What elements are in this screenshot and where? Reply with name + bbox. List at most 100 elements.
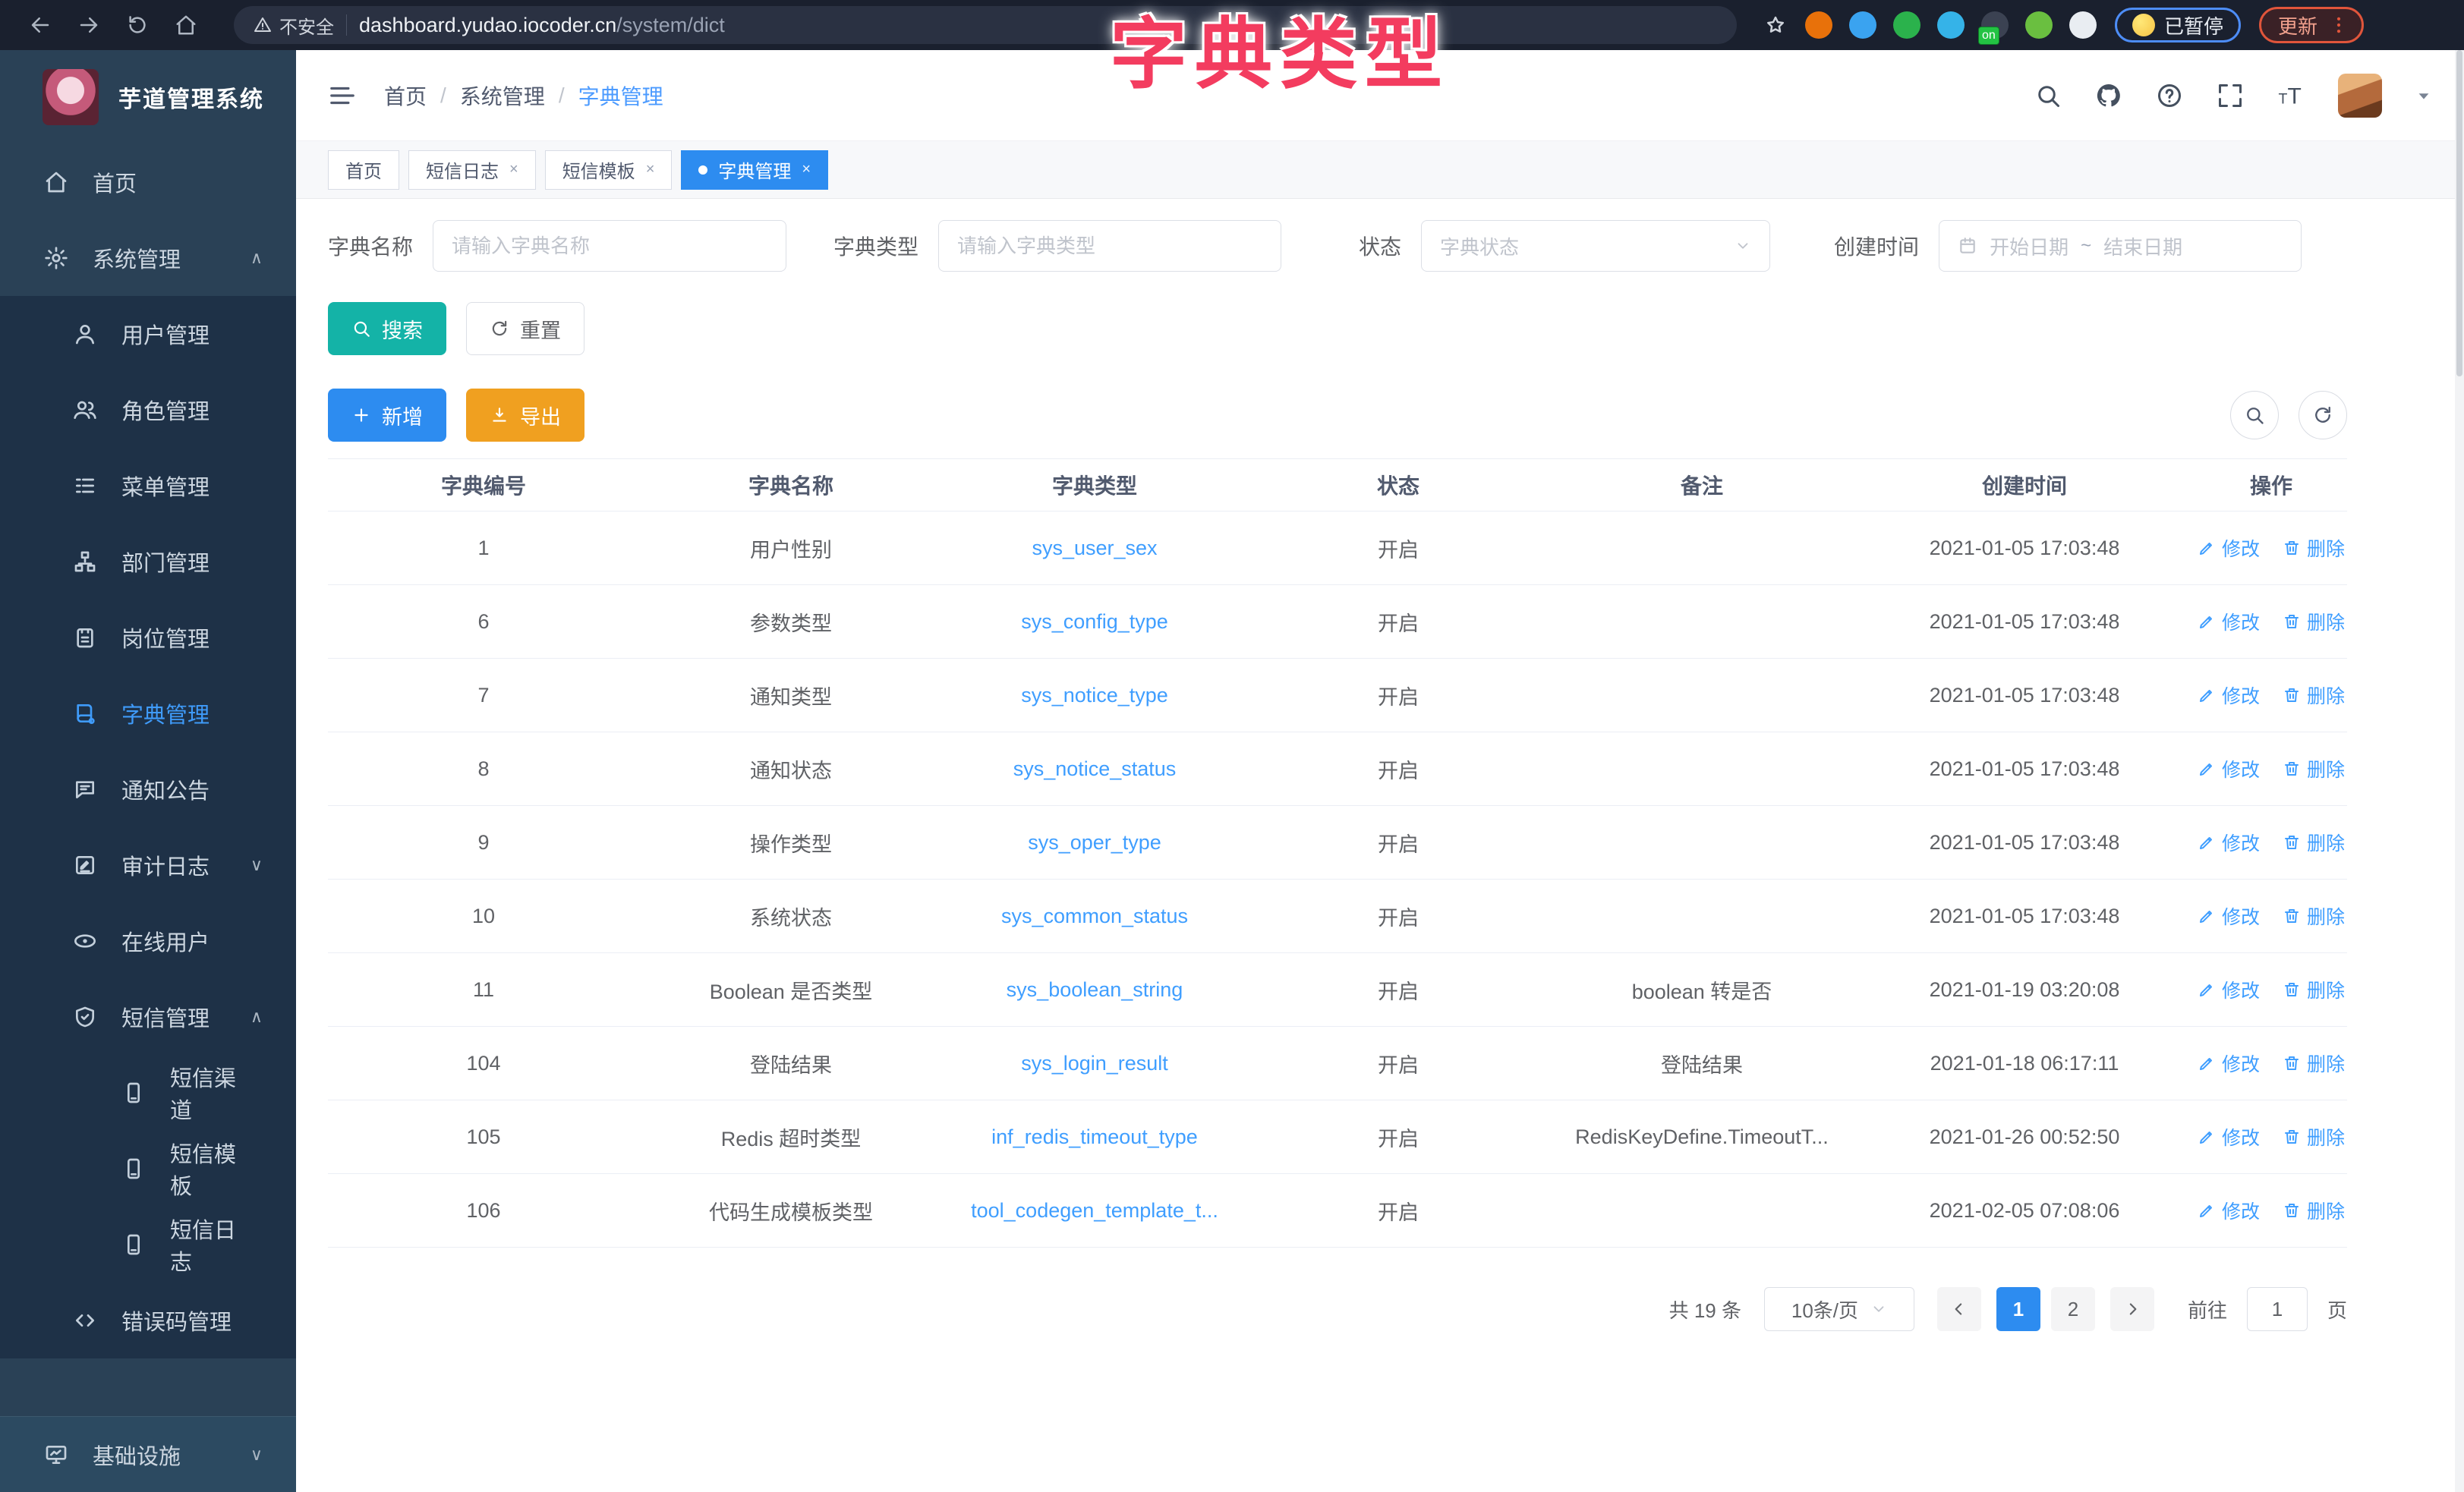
- page-tab[interactable]: 短信模板 ×: [545, 150, 673, 190]
- dict-type-link[interactable]: sys_user_sex: [1032, 537, 1157, 559]
- edit-row-button[interactable]: 修改: [2198, 608, 2260, 635]
- edit-row-button[interactable]: 修改: [2198, 755, 2260, 782]
- close-tab-icon[interactable]: ×: [646, 161, 655, 178]
- delete-row-button[interactable]: 删除: [2283, 534, 2345, 562]
- sidebar-menu-item[interactable]: 错误码管理: [0, 1283, 296, 1358]
- delete-row-button[interactable]: 删除: [2283, 1123, 2345, 1150]
- extension-icon[interactable]: [2069, 11, 2097, 39]
- dict-type-link[interactable]: sys_notice_type: [1021, 684, 1168, 707]
- sidebar-menu-item[interactable]: 字典管理: [0, 675, 296, 751]
- scrollbar-thumb[interactable]: [2456, 50, 2462, 376]
- sidebar-menu-item[interactable]: 短信模板: [0, 1131, 296, 1207]
- dict-type-link[interactable]: sys_boolean_string: [1007, 978, 1183, 1001]
- dict-type-link[interactable]: tool_codegen_template_t...: [971, 1199, 1218, 1222]
- page-number-button[interactable]: 1: [1996, 1287, 2040, 1331]
- browser-update-button[interactable]: 更新: [2259, 7, 2364, 43]
- extension-icon[interactable]: [1937, 11, 1965, 39]
- extension-icon[interactable]: on: [1981, 11, 2009, 39]
- address-bar[interactable]: 不安全 dashboard.yudao.iocoder.cn/system/di…: [234, 6, 1737, 44]
- close-tab-icon[interactable]: ×: [509, 161, 518, 178]
- sidebar-logo-row[interactable]: 芋道管理系统: [0, 50, 296, 144]
- delete-row-button[interactable]: 删除: [2283, 976, 2345, 1003]
- prev-page-button[interactable]: [1937, 1287, 1981, 1331]
- status-select[interactable]: 字典状态: [1421, 220, 1770, 272]
- breadcrumb-home[interactable]: 首页: [384, 80, 427, 111]
- dict-name-input[interactable]: [452, 235, 767, 258]
- delete-row-button[interactable]: 删除: [2283, 681, 2345, 709]
- export-button[interactable]: 导出: [466, 389, 584, 442]
- dict-type-link[interactable]: sys_notice_status: [1013, 757, 1177, 780]
- dict-type-link[interactable]: sys_login_result: [1021, 1052, 1168, 1075]
- sidebar-menu-item[interactable]: 通知公告: [0, 751, 296, 827]
- github-icon[interactable]: [2095, 82, 2122, 109]
- user-avatar[interactable]: [2338, 74, 2382, 118]
- browser-reload-button[interactable]: [117, 9, 158, 41]
- delete-row-button[interactable]: 删除: [2283, 1197, 2345, 1224]
- delete-row-button[interactable]: 删除: [2283, 608, 2345, 635]
- sidebar-menu-item[interactable]: 短信管理 ∧: [0, 979, 296, 1055]
- close-tab-icon[interactable]: ×: [802, 161, 811, 178]
- browser-menu-icon[interactable]: [2328, 14, 2349, 36]
- delete-row-button[interactable]: 删除: [2283, 829, 2345, 856]
- dict-type-link[interactable]: sys_oper_type: [1028, 831, 1161, 854]
- help-icon[interactable]: [2156, 82, 2183, 109]
- extension-icon[interactable]: [2025, 11, 2053, 39]
- extension-icon[interactable]: [1805, 11, 1832, 39]
- sidebar-menu-item[interactable]: 短信渠道: [0, 1055, 296, 1131]
- dict-type-link[interactable]: sys_config_type: [1021, 610, 1168, 633]
- browser-home-button[interactable]: [165, 9, 206, 41]
- sidebar-menu-item[interactable]: 部门管理: [0, 524, 296, 600]
- edit-row-button[interactable]: 修改: [2198, 1197, 2260, 1224]
- extension-icon[interactable]: [1849, 11, 1876, 39]
- date-range-picker[interactable]: 开始日期 ~ 结束日期: [1939, 220, 2302, 272]
- extension-icon[interactable]: [1893, 11, 1920, 39]
- reset-button[interactable]: 重置: [466, 302, 584, 355]
- jump-page-input[interactable]: [2247, 1287, 2308, 1331]
- sync-paused-pill[interactable]: 已暂停: [2115, 8, 2241, 42]
- delete-row-button[interactable]: 删除: [2283, 755, 2345, 782]
- show-search-toggle-button[interactable]: [2230, 391, 2279, 439]
- page-scrollbar[interactable]: [2455, 50, 2464, 1492]
- avatar-caret-icon[interactable]: [2415, 87, 2432, 104]
- sidebar-menu-item[interactable]: 首页: [0, 144, 296, 220]
- fullscreen-icon[interactable]: [2217, 82, 2244, 109]
- dict-type-link[interactable]: sys_common_status: [1001, 905, 1188, 927]
- sidebar-menu-item[interactable]: 系统管理 ∧: [0, 220, 296, 296]
- search-button[interactable]: 搜索: [328, 302, 446, 355]
- sidebar-menu-item[interactable]: 在线用户: [0, 903, 296, 979]
- page-tab[interactable]: 首页 ×: [328, 150, 399, 190]
- collapse-sidebar-icon[interactable]: [328, 81, 357, 110]
- delete-row-button[interactable]: 删除: [2283, 1050, 2345, 1077]
- edit-row-button[interactable]: 修改: [2198, 1050, 2260, 1077]
- edit-row-button[interactable]: 修改: [2198, 829, 2260, 856]
- sidebar-menu-item[interactable]: 角色管理: [0, 372, 296, 448]
- next-page-button[interactable]: [2110, 1287, 2154, 1331]
- refresh-table-button[interactable]: [2299, 391, 2347, 439]
- not-secure-indicator[interactable]: 不安全: [254, 12, 334, 39]
- sidebar-menu-item[interactable]: 审计日志 ∨: [0, 827, 296, 903]
- page-tab[interactable]: 字典管理 ×: [681, 150, 828, 190]
- sidebar-menu-item[interactable]: 菜单管理: [0, 448, 296, 524]
- page-size-select[interactable]: 10条/页: [1764, 1287, 1914, 1331]
- edit-row-button[interactable]: 修改: [2198, 902, 2260, 930]
- dict-type-link[interactable]: inf_redis_timeout_type: [991, 1125, 1198, 1148]
- sidebar-menu-item[interactable]: 短信日志: [0, 1207, 296, 1283]
- page-tab[interactable]: 短信日志 ×: [408, 150, 536, 190]
- edit-row-button[interactable]: 修改: [2198, 1123, 2260, 1150]
- bookmark-star-icon[interactable]: [1764, 14, 1787, 36]
- edit-row-button[interactable]: 修改: [2198, 976, 2260, 1003]
- edit-row-button[interactable]: 修改: [2198, 534, 2260, 562]
- browser-forward-button[interactable]: [68, 9, 109, 41]
- search-icon[interactable]: [2034, 82, 2062, 109]
- sidebar-menu-item[interactable]: 岗位管理: [0, 600, 296, 675]
- font-size-icon[interactable]: TT: [2277, 82, 2305, 109]
- breadcrumb-system[interactable]: 系统管理: [460, 80, 545, 111]
- edit-row-button[interactable]: 修改: [2198, 681, 2260, 709]
- sidebar-menu-item[interactable]: 基础设施 ∨: [0, 1416, 296, 1492]
- page-number-button[interactable]: 2: [2051, 1287, 2095, 1331]
- delete-row-button[interactable]: 删除: [2283, 902, 2345, 930]
- dict-type-input[interactable]: [957, 235, 1262, 258]
- browser-back-button[interactable]: [20, 9, 61, 41]
- add-button[interactable]: 新增: [328, 389, 446, 442]
- sidebar-menu-item[interactable]: 用户管理: [0, 296, 296, 372]
